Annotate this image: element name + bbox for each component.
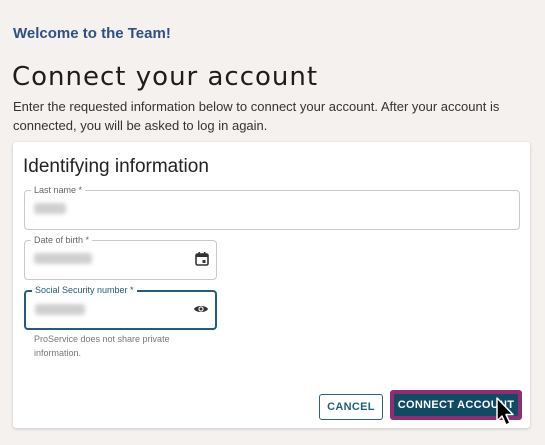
cancel-button[interactable]: CANCEL [319, 394, 383, 420]
ssn-value-redacted [35, 304, 85, 315]
section-title: Identifying information [23, 156, 209, 177]
identifying-information-card: Identifying information Last name * Date… [13, 142, 530, 428]
mouse-pointer-icon [496, 397, 514, 426]
ssn-label: Social Security number * [32, 284, 137, 296]
date-of-birth-value-redacted [34, 253, 92, 264]
welcome-heading: Welcome to the Team! [13, 25, 171, 42]
calendar-icon[interactable] [194, 251, 210, 267]
last-name-field[interactable]: Last name * [24, 184, 520, 230]
page-title: Connect your account [12, 62, 319, 92]
page-subtitle: Enter the requested information below to… [13, 99, 500, 133]
eye-icon[interactable] [193, 301, 209, 317]
date-of-birth-label: Date of birth * [31, 234, 93, 246]
last-name-label: Last name * [31, 184, 86, 196]
ssn-helper-text: ProService does not share private inform… [34, 334, 170, 358]
date-of-birth-field[interactable]: Date of birth * [24, 234, 217, 280]
ssn-field[interactable]: Social Security number * [24, 284, 217, 330]
last-name-value-redacted [34, 203, 66, 214]
